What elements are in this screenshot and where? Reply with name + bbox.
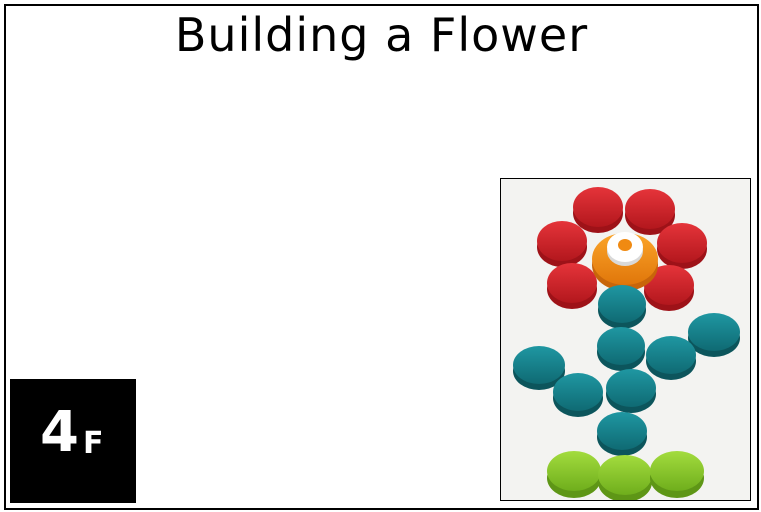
flower-photo <box>500 178 751 501</box>
flower-center <box>592 232 658 291</box>
activity-card: Building a Flower 4 F <box>4 4 759 510</box>
grass <box>547 451 704 500</box>
page-title: Building a Flower <box>174 8 589 62</box>
badge-letter: F <box>83 426 104 461</box>
flower-bottle-caps-icon <box>501 179 750 500</box>
badge-number: 4 <box>40 400 79 465</box>
activity-number-badge: 4 F <box>10 379 136 503</box>
